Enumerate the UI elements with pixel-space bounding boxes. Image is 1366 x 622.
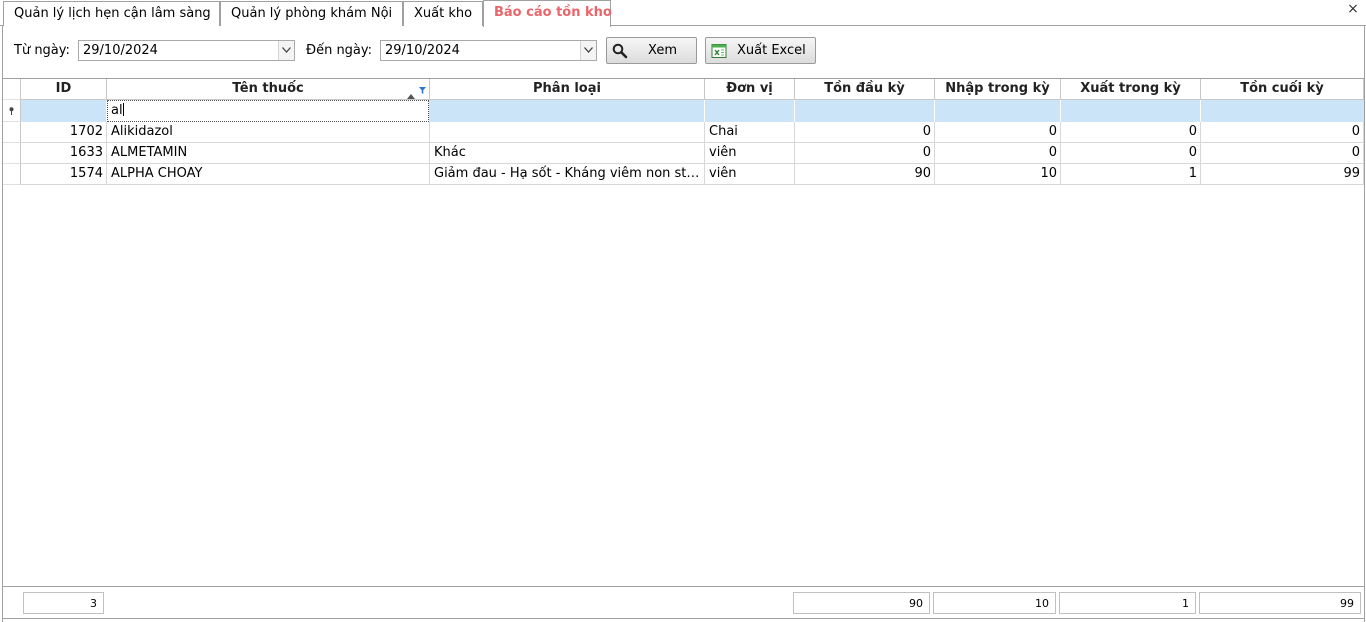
export-excel-label: Xuất Excel <box>737 43 806 58</box>
cell-opening: 0 <box>795 122 935 143</box>
drug-name-filter-input[interactable]: al <box>107 100 429 122</box>
from-date-picker[interactable]: 29/10/2024 <box>78 40 295 61</box>
cell-id: 1574 <box>21 164 107 185</box>
column-header-id[interactable]: ID <box>21 79 107 100</box>
inventory-grid: ID Tên thuốc Phân loại Đơn vị Tồn đầu kỳ… <box>3 78 1364 586</box>
filter-cell-unit[interactable] <box>705 100 795 122</box>
filter-row-indicator <box>3 100 21 122</box>
table-row[interactable]: 1633 ALMETAMIN Khác viên 0 0 0 0 <box>21 143 1364 164</box>
table-row[interactable]: 1574 ALPHA CHOAY Giảm đau - Hạ sốt - Khá… <box>21 164 1364 185</box>
cell-unit: viên <box>705 164 795 185</box>
column-header-imported[interactable]: Nhập trong kỳ <box>935 79 1061 100</box>
tab-stock-out[interactable]: Xuất kho <box>403 1 483 26</box>
header-indicator <box>3 79 21 100</box>
cell-unit: Chai <box>705 122 795 143</box>
cell-imported: 0 <box>935 122 1061 143</box>
cell-closing: 0 <box>1201 122 1364 143</box>
close-icon[interactable]: × <box>1346 2 1360 16</box>
cell-id: 1633 <box>21 143 107 164</box>
summary-imported: 10 <box>933 592 1056 614</box>
row-indicator <box>3 122 21 143</box>
cell-category: Khác <box>430 143 705 164</box>
cell-imported: 10 <box>935 164 1061 185</box>
column-header-opening-stock[interactable]: Tồn đầu kỳ <box>795 79 935 100</box>
cell-exported: 0 <box>1061 122 1201 143</box>
view-button-label: Xem <box>648 43 677 58</box>
cell-drug-name: ALMETAMIN <box>107 143 430 164</box>
cell-id: 1702 <box>21 122 107 143</box>
excel-icon <box>711 43 727 59</box>
table-row[interactable]: 1702 Alikidazol Chai 0 0 0 0 <box>21 122 1364 143</box>
cell-opening: 90 <box>795 164 935 185</box>
column-header-drug-name[interactable]: Tên thuốc <box>107 79 430 100</box>
from-date-label: Từ ngày: <box>14 43 70 58</box>
cell-closing: 99 <box>1201 164 1364 185</box>
column-header-category[interactable]: Phân loại <box>430 79 705 100</box>
search-icon <box>612 43 628 59</box>
chevron-down-icon[interactable] <box>580 41 596 60</box>
filter-cell-category[interactable] <box>430 100 705 122</box>
cell-imported: 0 <box>935 143 1061 164</box>
drug-name-filter-value: al <box>111 103 123 118</box>
tab-internal-clinic[interactable]: Quản lý phòng khám Nội <box>220 1 403 26</box>
chevron-down-icon[interactable] <box>278 41 294 60</box>
cell-exported: 0 <box>1061 143 1201 164</box>
cell-drug-name: ALPHA CHOAY <box>107 164 430 185</box>
to-date-value: 29/10/2024 <box>385 43 460 58</box>
to-date-picker[interactable]: 29/10/2024 <box>380 40 597 61</box>
cell-drug-name: Alikidazol <box>107 122 430 143</box>
column-header-closing-stock[interactable]: Tồn cuối kỳ <box>1201 79 1364 100</box>
filter-cell-imported[interactable] <box>935 100 1061 122</box>
cell-category: Giảm đau - Hạ sốt - Kháng viêm non stero… <box>430 164 705 185</box>
column-header-exported[interactable]: Xuất trong kỳ <box>1061 79 1201 100</box>
tab-inventory-report[interactable]: Báo cáo tồn kho <box>483 0 612 27</box>
cell-opening: 0 <box>795 143 935 164</box>
cell-closing: 0 <box>1201 143 1364 164</box>
view-button[interactable]: Xem <box>606 37 697 64</box>
summary-exported: 1 <box>1059 592 1196 614</box>
filter-icon[interactable] <box>419 81 426 101</box>
filter-cell-opening[interactable] <box>795 100 935 122</box>
filter-cell-id[interactable] <box>21 100 107 122</box>
tab-appointments[interactable]: Quản lý lịch hẹn cận lâm sàng <box>3 1 220 26</box>
from-date-value: 29/10/2024 <box>83 43 158 58</box>
to-date-label: Đến ngày: <box>306 43 373 58</box>
summary-footer: 3 90 10 1 99 <box>3 586 1364 619</box>
export-excel-button[interactable]: Xuất Excel <box>705 37 816 64</box>
row-indicator <box>3 143 21 164</box>
tab-strip: Quản lý lịch hẹn cận lâm sàng Quản lý ph… <box>0 0 1366 27</box>
row-indicator <box>3 164 21 185</box>
cell-exported: 1 <box>1061 164 1201 185</box>
summary-count: 3 <box>23 592 104 614</box>
summary-closing: 99 <box>1199 592 1361 614</box>
cell-unit: viên <box>705 143 795 164</box>
column-header-drug-name-label: Tên thuốc <box>232 81 304 96</box>
summary-opening: 90 <box>793 592 930 614</box>
cell-category <box>430 122 705 143</box>
column-header-unit[interactable]: Đơn vị <box>705 79 795 100</box>
filter-cell-exported[interactable] <box>1061 100 1201 122</box>
